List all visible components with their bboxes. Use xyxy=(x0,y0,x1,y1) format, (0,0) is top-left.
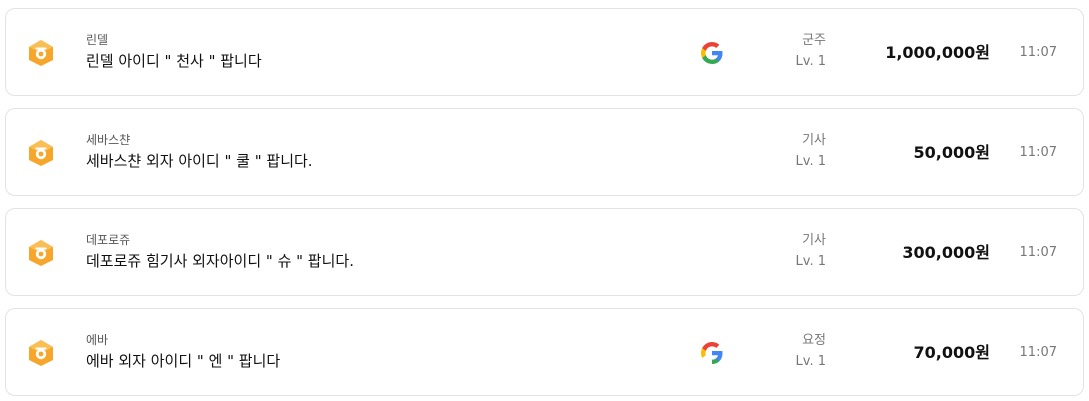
listing-list: 린델 린델 아이디 " 천사 " 팝니다 군주 Lv. 1 1,000,000원… xyxy=(0,0,1089,401)
character-level: Lv. 1 xyxy=(795,154,826,169)
character-level: Lv. 1 xyxy=(795,54,826,69)
posted-time: 11:07 xyxy=(1019,245,1057,260)
posted-time: 11:07 xyxy=(1019,145,1057,160)
server-name: 세바스챤 xyxy=(86,133,131,147)
price: 50,000원 xyxy=(913,143,990,162)
listing-titles: 에바 에바 외자 아이디 " 엔 " 팝니다 xyxy=(86,332,646,372)
listing-titles: 린델 린델 아이디 " 천사 " 팝니다 xyxy=(86,32,646,72)
google-icon xyxy=(700,41,724,65)
character-grade: 기사 Lv. 1 xyxy=(766,232,826,271)
character-rank: 기사 xyxy=(802,133,826,148)
price: 70,000원 xyxy=(913,343,990,362)
listing-titles: 데포로쥬 데포로쥬 힘기사 외자아이디 " 슈 " 팝니다. xyxy=(86,232,646,272)
character-grade: 군주 Lv. 1 xyxy=(766,32,826,71)
google-icon xyxy=(700,341,724,365)
character-rank: 기사 xyxy=(802,233,826,248)
server-name: 린델 xyxy=(86,33,109,47)
character-rank: 요정 xyxy=(802,333,826,348)
game-icon xyxy=(27,239,55,267)
character-grade: 요정 Lv. 1 xyxy=(766,332,826,371)
listing-row[interactable]: 세바스챤 세바스챤 외자 아이디 " 쿨 " 팝니다. 기사 Lv. 1 50,… xyxy=(5,108,1084,196)
price: 300,000원 xyxy=(902,243,990,262)
character-rank: 군주 xyxy=(802,33,826,48)
game-icon xyxy=(27,339,55,367)
listing-title[interactable]: 린델 아이디 " 천사 " 팝니다 xyxy=(86,50,646,72)
listing-row[interactable]: 에바 에바 외자 아이디 " 엔 " 팝니다 요정 Lv. 1 70,000원 … xyxy=(5,308,1084,396)
posted-time: 11:07 xyxy=(1019,45,1057,60)
listing-row[interactable]: 데포로쥬 데포로쥬 힘기사 외자아이디 " 슈 " 팝니다. 기사 Lv. 1 … xyxy=(5,208,1084,296)
server-name: 에바 xyxy=(86,333,109,347)
listing-row[interactable]: 린델 린델 아이디 " 천사 " 팝니다 군주 Lv. 1 1,000,000원… xyxy=(5,8,1084,96)
game-icon xyxy=(27,139,55,167)
server-name: 데포로쥬 xyxy=(86,233,131,247)
character-level: Lv. 1 xyxy=(795,254,826,269)
character-level: Lv. 1 xyxy=(795,354,826,369)
listing-titles: 세바스챤 세바스챤 외자 아이디 " 쿨 " 팝니다. xyxy=(86,132,646,172)
game-icon xyxy=(27,39,55,67)
character-grade: 기사 Lv. 1 xyxy=(766,132,826,171)
listing-title[interactable]: 세바스챤 외자 아이디 " 쿨 " 팝니다. xyxy=(86,150,646,172)
posted-time: 11:07 xyxy=(1019,345,1057,360)
listing-title[interactable]: 데포로쥬 힘기사 외자아이디 " 슈 " 팝니다. xyxy=(86,250,646,272)
price: 1,000,000원 xyxy=(885,43,990,62)
listing-title[interactable]: 에바 외자 아이디 " 엔 " 팝니다 xyxy=(86,350,646,372)
